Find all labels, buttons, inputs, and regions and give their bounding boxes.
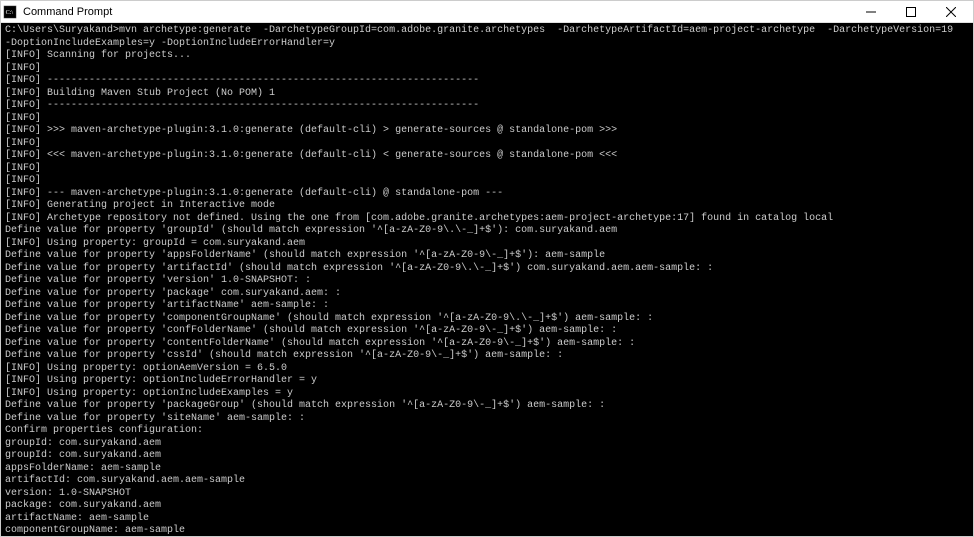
terminal-line: [INFO] Using property: optionIncludeErro…: [5, 375, 969, 388]
terminal-line: [INFO] ---------------------------------…: [5, 75, 969, 88]
terminal-line: [INFO] Using property: groupId = com.sur…: [5, 238, 969, 251]
terminal-line: Define value for property 'version' 1.0-…: [5, 275, 969, 288]
terminal-line: groupId: com.suryakand.aem: [5, 438, 969, 451]
terminal-line: Define value for property 'artifactName'…: [5, 300, 969, 313]
terminal-line: [INFO]: [5, 113, 969, 126]
terminal-line: Define value for property 'package' com.…: [5, 288, 969, 301]
svg-text:C:\: C:\: [6, 9, 14, 15]
terminal-line: [INFO] >>> maven-archetype-plugin:3.1.0:…: [5, 125, 969, 138]
terminal-line: artifactId: com.suryakand.aem.aem-sample: [5, 475, 969, 488]
terminal-line: Define value for property 'confFolderNam…: [5, 325, 969, 338]
terminal-line: Define value for property 'cssId' (shoul…: [5, 350, 969, 363]
terminal-line: [INFO] Generating project in Interactive…: [5, 200, 969, 213]
terminal-line: [INFO]: [5, 163, 969, 176]
terminal-line: [INFO] Using property: optionAemVersion …: [5, 363, 969, 376]
terminal-output[interactable]: C:\Users\Suryakand>mvn archetype:generat…: [1, 23, 973, 536]
terminal-line: [INFO] Scanning for projects...: [5, 50, 969, 63]
terminal-line: Define value for property 'packageGroup'…: [5, 400, 969, 413]
terminal-line: Confirm properties configuration:: [5, 425, 969, 438]
app-icon: C:\: [3, 5, 17, 19]
terminal-line: [INFO]: [5, 138, 969, 151]
titlebar: C:\ Command Prompt: [1, 1, 973, 23]
terminal-line: artifactName: aem-sample: [5, 513, 969, 526]
terminal-line: [INFO] Archetype repository not defined.…: [5, 213, 969, 226]
terminal-line: package: com.suryakand.aem: [5, 500, 969, 513]
minimize-button[interactable]: [851, 1, 891, 22]
terminal-line: [INFO] Building Maven Stub Project (No P…: [5, 88, 969, 101]
terminal-line: [INFO] --- maven-archetype-plugin:3.1.0:…: [5, 188, 969, 201]
terminal-line: [INFO] ---------------------------------…: [5, 100, 969, 113]
terminal-line: Define value for property 'artifactId' (…: [5, 263, 969, 276]
terminal-line: [INFO]: [5, 175, 969, 188]
terminal-line: [INFO] <<< maven-archetype-plugin:3.1.0:…: [5, 150, 969, 163]
terminal-line: version: 1.0-SNAPSHOT: [5, 488, 969, 501]
maximize-button[interactable]: [891, 1, 931, 22]
command-prompt-window: C:\ Command Prompt C:\Users\Suryakand>mv…: [0, 0, 974, 537]
terminal-line: Define value for property 'groupId' (sho…: [5, 225, 969, 238]
terminal-line: [INFO] Using property: optionIncludeExam…: [5, 388, 969, 401]
terminal-line: Define value for property 'appsFolderNam…: [5, 250, 969, 263]
terminal-line: Define value for property 'siteName' aem…: [5, 413, 969, 426]
terminal-line: C:\Users\Suryakand>mvn archetype:generat…: [5, 25, 969, 50]
terminal-line: Define value for property 'contentFolder…: [5, 338, 969, 351]
terminal-line: appsFolderName: aem-sample: [5, 463, 969, 476]
terminal-line: [INFO]: [5, 63, 969, 76]
terminal-line: groupId: com.suryakand.aem: [5, 450, 969, 463]
close-button[interactable]: [931, 1, 971, 22]
titlebar-title: Command Prompt: [23, 6, 851, 18]
terminal-line: componentGroupName: aem-sample: [5, 525, 969, 536]
terminal-line: Define value for property 'componentGrou…: [5, 313, 969, 326]
window-controls: [851, 1, 971, 22]
